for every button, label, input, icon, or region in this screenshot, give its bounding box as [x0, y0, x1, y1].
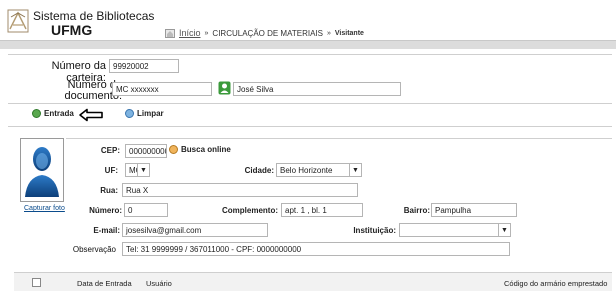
column-header: Data de Entrada	[77, 279, 132, 288]
observacao-input[interactable]: Tel: 31 9999999 / 367011000 - CPF: 00000…	[122, 242, 510, 256]
arrow-left-icon	[79, 108, 103, 122]
bairro-label: Bairro:	[403, 206, 430, 215]
email-input[interactable]: josesilva@gmail.com	[122, 223, 268, 237]
chevron-down-icon: ▼	[349, 164, 361, 176]
user-avatar-icon	[25, 147, 59, 197]
email-label: E-mail:	[93, 226, 120, 235]
bairro-input[interactable]: Pampulha	[431, 203, 517, 217]
breadcrumb: Início » CIRCULAÇÃO DE MATERIAIS » Visit…	[165, 28, 364, 38]
busca-online-label: Busca online	[181, 145, 231, 154]
divider	[66, 138, 612, 139]
breadcrumb-current: Visitante	[334, 29, 364, 37]
app-title-line2: UFMG	[51, 22, 93, 38]
instituicao-label: Instituição:	[353, 226, 396, 235]
doc-number-input[interactable]: MC xxxxxxx	[112, 82, 212, 96]
visitors-table-header: Data de Entrada Usuário Código do armári…	[14, 272, 612, 291]
limpar-button[interactable]: Limpar	[125, 109, 164, 118]
card-number-input[interactable]: 99920002	[109, 59, 179, 73]
column-header: Usuário	[146, 279, 172, 288]
uf-label: UF:	[104, 166, 118, 175]
cep-input[interactable]: 000000000	[125, 144, 167, 158]
header-bar	[0, 40, 616, 49]
app-title-line1: Sistema de Bibliotecas	[33, 9, 155, 23]
photo-placeholder	[20, 138, 64, 202]
rua-label: Rua:	[100, 186, 118, 195]
cep-label: CEP:	[100, 146, 120, 155]
user-search-icon[interactable]	[218, 81, 231, 95]
cidade-select-value: Belo Horizonte	[280, 166, 333, 175]
divider	[8, 54, 612, 55]
home-icon[interactable]	[165, 28, 175, 38]
numero-input[interactable]: 0	[124, 203, 168, 217]
column-header: Código do armário emprestado	[504, 279, 608, 288]
search-icon	[169, 145, 178, 154]
numero-label: Número:	[89, 206, 122, 215]
divider	[8, 126, 612, 127]
rua-input[interactable]: Rua X	[122, 183, 358, 197]
entrada-button[interactable]: Entrada	[32, 109, 74, 118]
chevron-down-icon: ▼	[498, 224, 510, 236]
chevron-down-icon: ▼	[137, 164, 149, 176]
observacao-label: Observação	[72, 245, 116, 254]
limpar-button-label: Limpar	[137, 109, 164, 118]
capture-photo-link[interactable]: Capturar foto	[24, 205, 65, 212]
clear-icon	[125, 109, 134, 118]
busca-online-button[interactable]: Busca online	[169, 145, 231, 154]
header: Sistema de Bibliotecas UFMG Início » CIR…	[0, 0, 616, 42]
check-icon	[32, 109, 41, 118]
name-input[interactable]: José Silva	[233, 82, 401, 96]
library-logo-icon	[7, 9, 29, 33]
entrada-button-label: Entrada	[44, 109, 74, 118]
breadcrumb-separator-icon: »	[204, 29, 209, 37]
cidade-select[interactable]: Belo Horizonte ▼	[276, 163, 362, 177]
complemento-input[interactable]: apt. 1 , bl. 1	[281, 203, 363, 217]
complemento-label: Complemento:	[222, 206, 278, 215]
uf-select[interactable]: MG ▼	[125, 163, 150, 177]
breadcrumb-home-link[interactable]: Início	[179, 28, 201, 38]
breadcrumb-separator-icon: »	[326, 29, 331, 37]
select-all-checkbox[interactable]	[32, 278, 41, 287]
divider	[8, 103, 612, 104]
breadcrumb-section[interactable]: CIRCULAÇÃO DE MATERIAIS	[212, 29, 323, 38]
cidade-label: Cidade:	[244, 166, 274, 175]
instituicao-select[interactable]: ▼	[399, 223, 511, 237]
